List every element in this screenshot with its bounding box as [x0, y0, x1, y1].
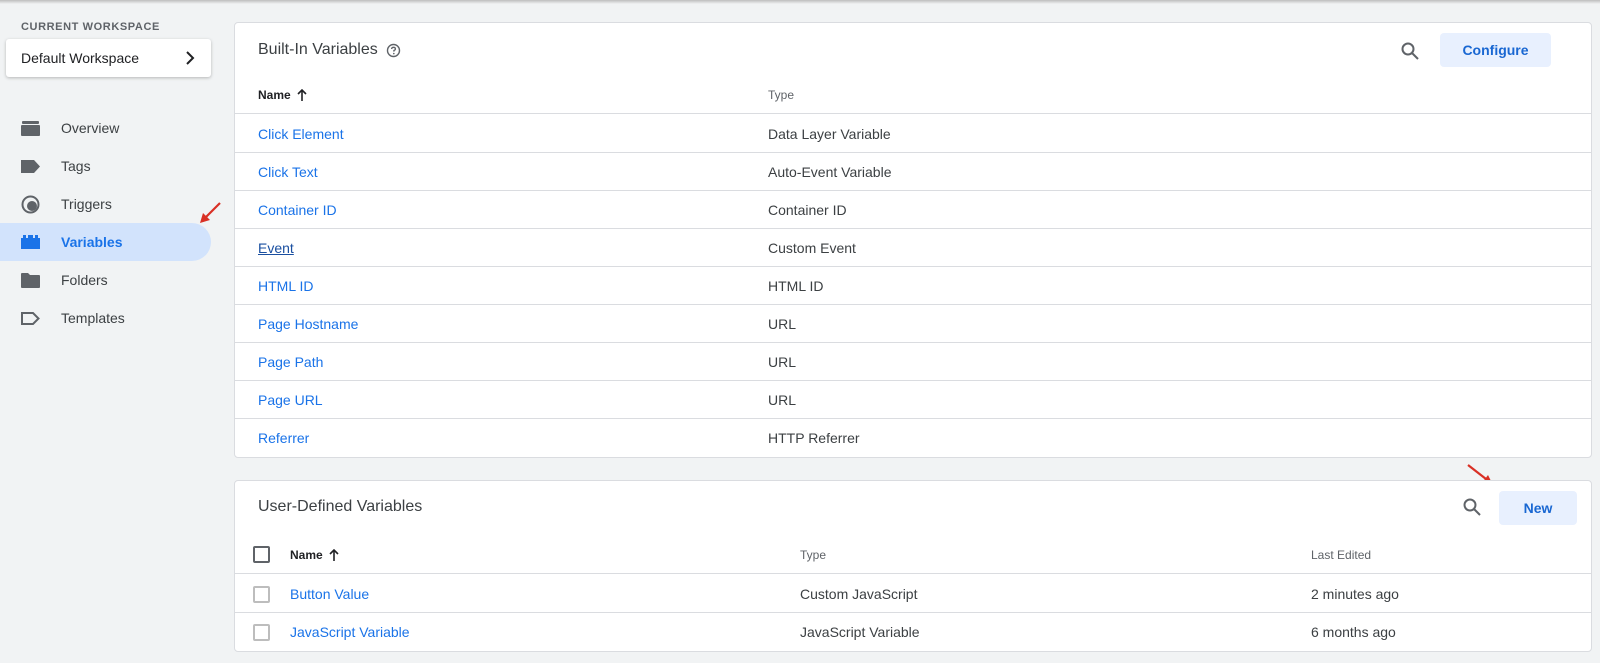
variable-name-link[interactable]: HTML ID — [258, 267, 313, 305]
overview-icon — [21, 119, 40, 138]
trigger-icon — [21, 195, 40, 214]
folder-icon — [21, 271, 40, 290]
last-edited: 2 minutes ago — [1311, 586, 1399, 602]
table-row: Click Text Auto-Event Variable — [235, 153, 1591, 191]
table-row: Click Element Data Layer Variable — [235, 115, 1591, 153]
arrow-up-icon — [297, 89, 307, 101]
variable-type: Custom JavaScript — [800, 586, 918, 602]
sidebar-item-label: Overview — [61, 120, 120, 136]
column-header-name[interactable]: Name — [258, 76, 307, 114]
last-edited: 6 months ago — [1311, 624, 1396, 640]
table-row: JavaScript Variable JavaScript Variable … — [235, 613, 1591, 651]
table-row: HTML ID HTML ID — [235, 267, 1591, 305]
workspace-selector[interactable]: Default Workspace — [6, 39, 211, 77]
table-row: Page Path URL — [235, 343, 1591, 381]
sidebar-item-overview[interactable]: Overview — [0, 109, 211, 147]
table-row: Referrer HTTP Referrer — [235, 419, 1591, 457]
variable-type: URL — [768, 316, 797, 332]
user-defined-variables-card: User-Defined Variables New Name Type Las… — [234, 480, 1592, 652]
variable-name-link[interactable]: Page URL — [258, 381, 323, 419]
variable-type: JavaScript Variable — [800, 624, 920, 640]
sidebar-item-label: Triggers — [61, 196, 112, 212]
search-icon[interactable] — [1460, 495, 1484, 519]
variable-type: HTTP Referrer — [768, 430, 860, 446]
configure-button[interactable]: Configure — [1440, 33, 1551, 67]
variable-type: HTML ID — [768, 278, 824, 294]
builtin-variables-header: Built-In Variables — [258, 41, 401, 59]
sidebar-item-label: Tags — [61, 158, 91, 174]
variable-type: URL — [768, 354, 797, 370]
row-checkbox[interactable] — [253, 624, 270, 641]
workspace-label: CURRENT WORKSPACE — [21, 21, 160, 33]
variable-name-link[interactable]: Click Text — [258, 153, 318, 191]
variable-type: Auto-Event Variable — [768, 164, 892, 180]
row-checkbox[interactable] — [253, 586, 270, 603]
template-icon — [21, 309, 40, 328]
column-header-type[interactable]: Type — [768, 76, 794, 114]
workspace-name: Default Workspace — [21, 50, 140, 66]
table-row: Event Custom Event — [235, 229, 1591, 267]
table-row: Container ID Container ID — [235, 191, 1591, 229]
search-icon[interactable] — [1398, 39, 1422, 63]
user-defined-variables-header: User-Defined Variables — [258, 498, 422, 516]
variable-name-link[interactable]: Container ID — [258, 191, 337, 229]
variable-name-link[interactable]: Button Value — [290, 575, 369, 613]
card-title: User-Defined Variables — [258, 498, 423, 515]
sidebar-item-triggers[interactable]: Triggers — [0, 185, 211, 223]
chevron-right-icon — [185, 51, 195, 65]
variable-type: URL — [768, 392, 797, 408]
card-title: Built-In Variables — [258, 41, 378, 58]
variable-name-link[interactable]: Page Hostname — [258, 305, 358, 343]
sidebar-nav: Overview Tags Triggers Variables Folders… — [0, 109, 211, 337]
sidebar-item-label: Folders — [61, 272, 108, 288]
sidebar-item-tags[interactable]: Tags — [0, 147, 211, 185]
sidebar-item-templates[interactable]: Templates — [0, 299, 211, 337]
annotation-arrow-icon — [200, 202, 221, 223]
column-header-type[interactable]: Type — [800, 536, 826, 574]
variable-name-link[interactable]: Referrer — [258, 419, 309, 457]
tag-icon — [21, 157, 40, 176]
variable-type: Data Layer Variable — [768, 126, 891, 142]
column-header-name[interactable]: Name — [290, 536, 339, 574]
variable-type: Custom Event — [768, 240, 856, 256]
table-row: Page URL URL — [235, 381, 1591, 419]
variable-name-link[interactable]: JavaScript Variable — [290, 613, 410, 651]
table-row: Page Hostname URL — [235, 305, 1591, 343]
column-label: Name — [258, 88, 291, 102]
builtin-variables-card: Built-In Variables Configure Name Type C… — [234, 22, 1592, 458]
sidebar-item-variables[interactable]: Variables — [0, 223, 211, 261]
variable-name-link[interactable]: Page Path — [258, 343, 323, 381]
table-row: Button Value Custom JavaScript 2 minutes… — [235, 575, 1591, 613]
variable-name-link[interactable]: Click Element — [258, 115, 344, 153]
table-header: Name Type — [235, 76, 1591, 114]
new-variable-button[interactable]: New — [1499, 491, 1577, 525]
top-shadow — [0, 0, 1600, 4]
sidebar-item-label: Templates — [61, 310, 125, 326]
variables-icon — [21, 233, 40, 252]
variable-name-link[interactable]: Event — [258, 229, 294, 267]
sidebar-item-label: Variables — [61, 234, 123, 250]
arrow-up-icon — [329, 549, 339, 561]
variable-type: Container ID — [768, 202, 847, 218]
select-all-checkbox[interactable] — [253, 546, 270, 563]
sidebar-item-folders[interactable]: Folders — [0, 261, 211, 299]
help-icon[interactable] — [386, 43, 401, 58]
table-header: Name Type Last Edited — [235, 536, 1591, 574]
column-header-last-edited[interactable]: Last Edited — [1311, 536, 1371, 574]
column-label: Name — [290, 548, 323, 562]
